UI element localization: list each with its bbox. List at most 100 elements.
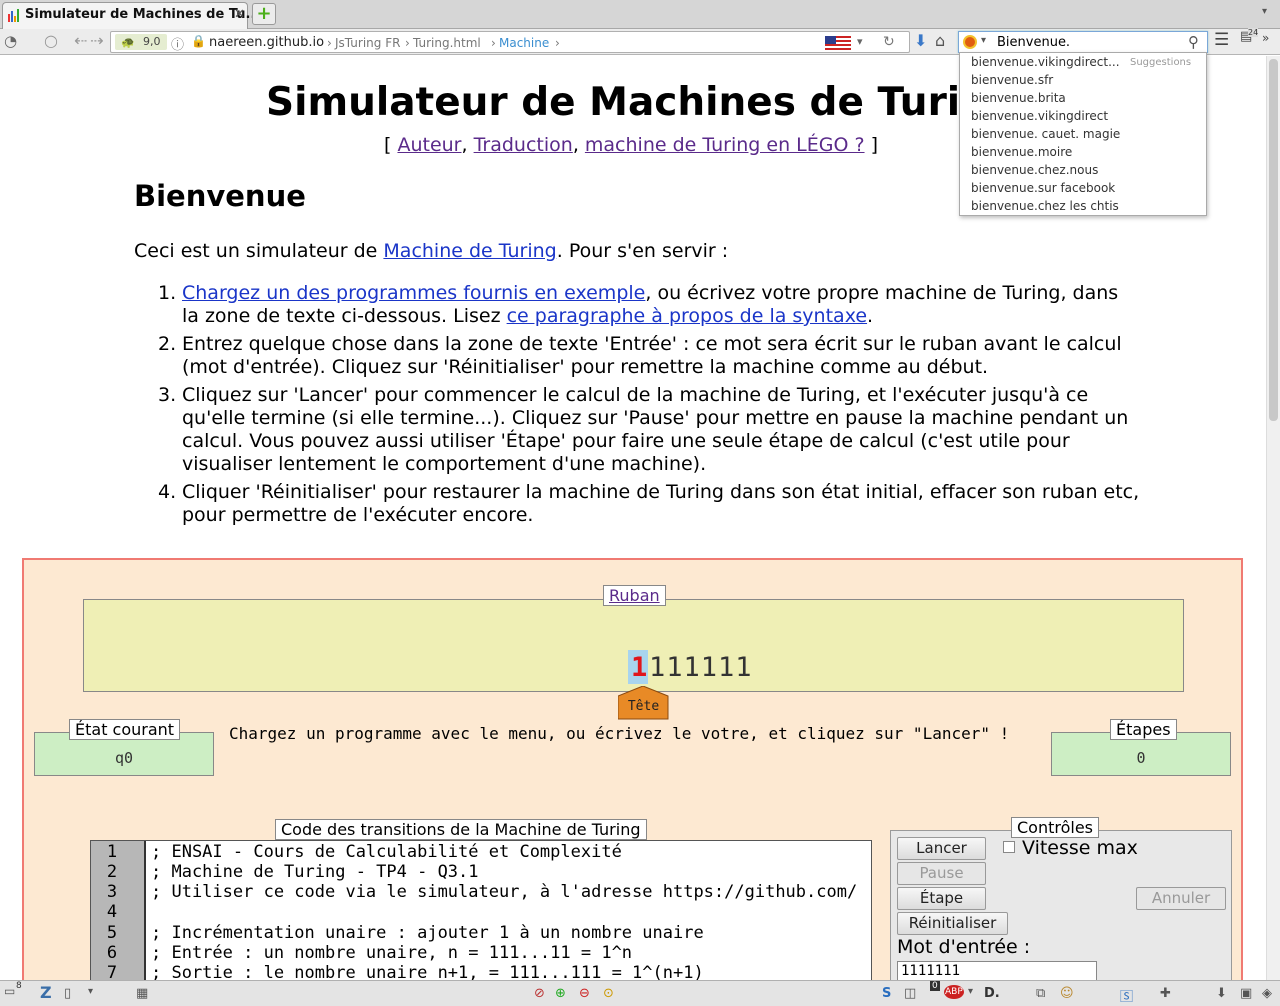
download-arrow-icon[interactable]: ⬇: [1216, 986, 1227, 1001]
screen-icon[interactable]: ▭: [4, 984, 15, 998]
puzzle-icon[interactable]: ✚: [1160, 986, 1171, 1001]
controls-legend: Contrôles: [1011, 817, 1100, 838]
suggestion-item[interactable]: bienvenue.sfr: [971, 73, 1053, 87]
code-line[interactable]: ; Incrémentation unaire : ajouter 1 à un…: [151, 923, 704, 943]
input-word-field[interactable]: 1111111: [897, 961, 1097, 980]
list-number: 2.: [158, 333, 177, 355]
shield-icon[interactable]: ◈: [1262, 986, 1272, 1001]
code-line[interactable]: ; Utiliser ce code via le simulateur, à …: [151, 882, 857, 902]
zoom-reset-icon[interactable]: ⊙: [603, 986, 614, 1001]
undo-button[interactable]: Annuler: [1136, 887, 1226, 910]
screenshot-icon[interactable]: ⧉: [1036, 986, 1045, 1001]
separator: ,: [572, 134, 585, 156]
suggestion-item[interactable]: bienvenue.vikingdirect...: [971, 55, 1120, 69]
turing-machine-link[interactable]: Machine de Turing: [383, 240, 556, 262]
square-icon[interactable]: ◫: [904, 986, 916, 1001]
forward-icon[interactable]: ⇢: [90, 31, 103, 50]
breadcrumb-separator-icon: ›: [405, 36, 410, 50]
code-editor[interactable]: 1 2 3 4 5 6 7 ; ENSAI - Cours de Calcula…: [90, 840, 872, 980]
search-query: Bienvenue.: [997, 35, 1071, 50]
page-speed-badge[interactable]: 🐢 9,0: [115, 34, 167, 50]
status-bar: ▭ 8 Z ▯ ▾ ▦ ⊘ ⊕ ⊖ ⊙ S ◫ 0 ABP ▾ D. ⧉ ☺ 🅂…: [0, 980, 1280, 1006]
stop-icon[interactable]: ○: [44, 31, 58, 50]
breadcrumb-item-current[interactable]: Machine: [499, 36, 549, 50]
chevron-down-icon[interactable]: ▾: [88, 986, 93, 997]
speed-turtle-icon: 🐢: [121, 36, 135, 49]
skype-icon[interactable]: S: [882, 986, 891, 1001]
back-icon[interactable]: ⇠: [74, 31, 87, 50]
lego-machine-link[interactable]: machine de Turing en LÉGO ?: [585, 134, 865, 156]
url-bar[interactable]: 🐢 9,0 ⓘ 🔒 naereen.github.io › JsTuring F…: [110, 31, 910, 53]
line-number: 7: [106, 963, 118, 980]
code-line[interactable]: ; Machine de Turing - TP4 - Q3.1: [151, 862, 479, 882]
author-link[interactable]: Auteur: [397, 134, 461, 156]
search-icon[interactable]: ⚲: [1188, 33, 1199, 51]
disconnect-icon[interactable]: D.: [984, 986, 1000, 1001]
tape-legend: Ruban: [603, 585, 666, 606]
active-tab[interactable]: Simulateur de Machines de Tu... ✕: [2, 2, 260, 29]
tabs-icon[interactable]: ▣: [1240, 986, 1252, 1001]
tape-link[interactable]: Ruban: [609, 586, 660, 605]
step-button[interactable]: Étape: [897, 887, 986, 910]
breadcrumb-item[interactable]: Turing.html: [413, 36, 481, 50]
suggestion-item[interactable]: bienvenue.chez les chtis: [971, 199, 1119, 213]
tape-head-marker: Tête: [617, 685, 669, 720]
home-icon[interactable]: ⌂: [935, 31, 945, 50]
intro-paragraph: Ceci est un simulateur de Machine de Tur…: [134, 240, 728, 262]
scrollbar-thumb[interactable]: [1269, 59, 1278, 421]
page-scrollbar[interactable]: [1266, 56, 1280, 980]
examples-link[interactable]: Chargez un des programmes fournis en exe…: [182, 282, 645, 304]
run-button[interactable]: Lancer: [897, 837, 986, 860]
history-clock-icon[interactable]: ◔: [4, 32, 17, 50]
syntax-link[interactable]: ce paragraphe à propos de la syntaxe: [507, 305, 867, 327]
download-icon[interactable]: ⬇: [914, 31, 927, 50]
list-item: Cliquez sur 'Lancer' pour commencer le c…: [182, 384, 1129, 475]
search-engine-icon[interactable]: [963, 35, 977, 49]
document-icon[interactable]: ▯: [64, 986, 71, 1001]
bracket-open: [: [384, 134, 398, 156]
breadcrumb-separator-icon: ›: [327, 36, 332, 50]
chevron-down-icon[interactable]: ▾: [968, 986, 973, 997]
code-line[interactable]: ; Entrée : un nombre unaire, n = 111...1…: [151, 943, 632, 963]
pause-button[interactable]: Pause: [897, 862, 986, 885]
badge-count: 8: [16, 981, 22, 991]
s-square-icon[interactable]: 🅂: [1120, 986, 1133, 1005]
max-speed-checkbox[interactable]: [1003, 841, 1015, 853]
controls-box: Contrôles Lancer Vitesse max Pause Étape…: [890, 817, 1232, 980]
chevron-down-icon[interactable]: ▾: [981, 35, 986, 46]
tab-close-icon[interactable]: ✕: [234, 7, 245, 22]
overflow-chevron-icon[interactable]: »: [1262, 31, 1269, 45]
zoom-in-icon[interactable]: ⊕: [555, 986, 566, 1001]
suggestion-item[interactable]: bienvenue. cauet. magie: [971, 127, 1120, 141]
breadcrumb-item[interactable]: JsTuring FR: [335, 36, 400, 50]
suggestion-item[interactable]: bienvenue.chez.nous: [971, 163, 1098, 177]
block-icon[interactable]: ⊘: [534, 986, 545, 1001]
owl-icon[interactable]: ☺: [1060, 986, 1074, 1001]
translation-link[interactable]: Traduction: [474, 134, 573, 156]
suggestion-item[interactable]: bienvenue.vikingdirect: [971, 109, 1108, 123]
current-state-box: État courant q0: [34, 719, 214, 776]
suggestion-item[interactable]: bienvenue.sur facebook: [971, 181, 1115, 195]
zotero-icon[interactable]: Z: [40, 983, 52, 1002]
grid-icon[interactable]: ▦: [136, 986, 148, 1001]
suggestion-item[interactable]: bienvenue.brita: [971, 91, 1066, 105]
adblock-plus-icon[interactable]: ABP: [944, 985, 964, 999]
tape-box: 1 111111 Tête: [83, 599, 1184, 720]
zoom-out-icon[interactable]: ⊖: [579, 986, 590, 1001]
info-icon[interactable]: ⓘ: [171, 34, 184, 53]
code-line[interactable]: ; ENSAI - Cours de Calculabilité et Comp…: [151, 842, 622, 862]
menu-icon[interactable]: ☰: [1214, 30, 1229, 50]
chevron-down-icon[interactable]: ▾: [857, 35, 863, 48]
reset-button[interactable]: Réinitialiser: [897, 912, 1008, 935]
current-state-legend: État courant: [69, 719, 181, 740]
new-tab-button[interactable]: +: [252, 3, 276, 25]
padlock-icon[interactable]: 🔒: [191, 34, 206, 48]
steps-legend: Étapes: [1110, 719, 1177, 740]
suggestion-item[interactable]: bienvenue.moire: [971, 145, 1072, 159]
us-flag-icon[interactable]: [825, 36, 851, 50]
tab-list-chevron-icon[interactable]: ▾: [1262, 6, 1267, 17]
reload-icon[interactable]: ↻: [883, 34, 895, 50]
code-line[interactable]: ; Sortie : le nombre unaire n+1, = 111..…: [151, 963, 704, 980]
search-suggestions-popup: Suggestions bienvenue.vikingdirect... bi…: [959, 52, 1207, 216]
search-input[interactable]: ▾ Bienvenue. ⚲: [958, 31, 1208, 53]
